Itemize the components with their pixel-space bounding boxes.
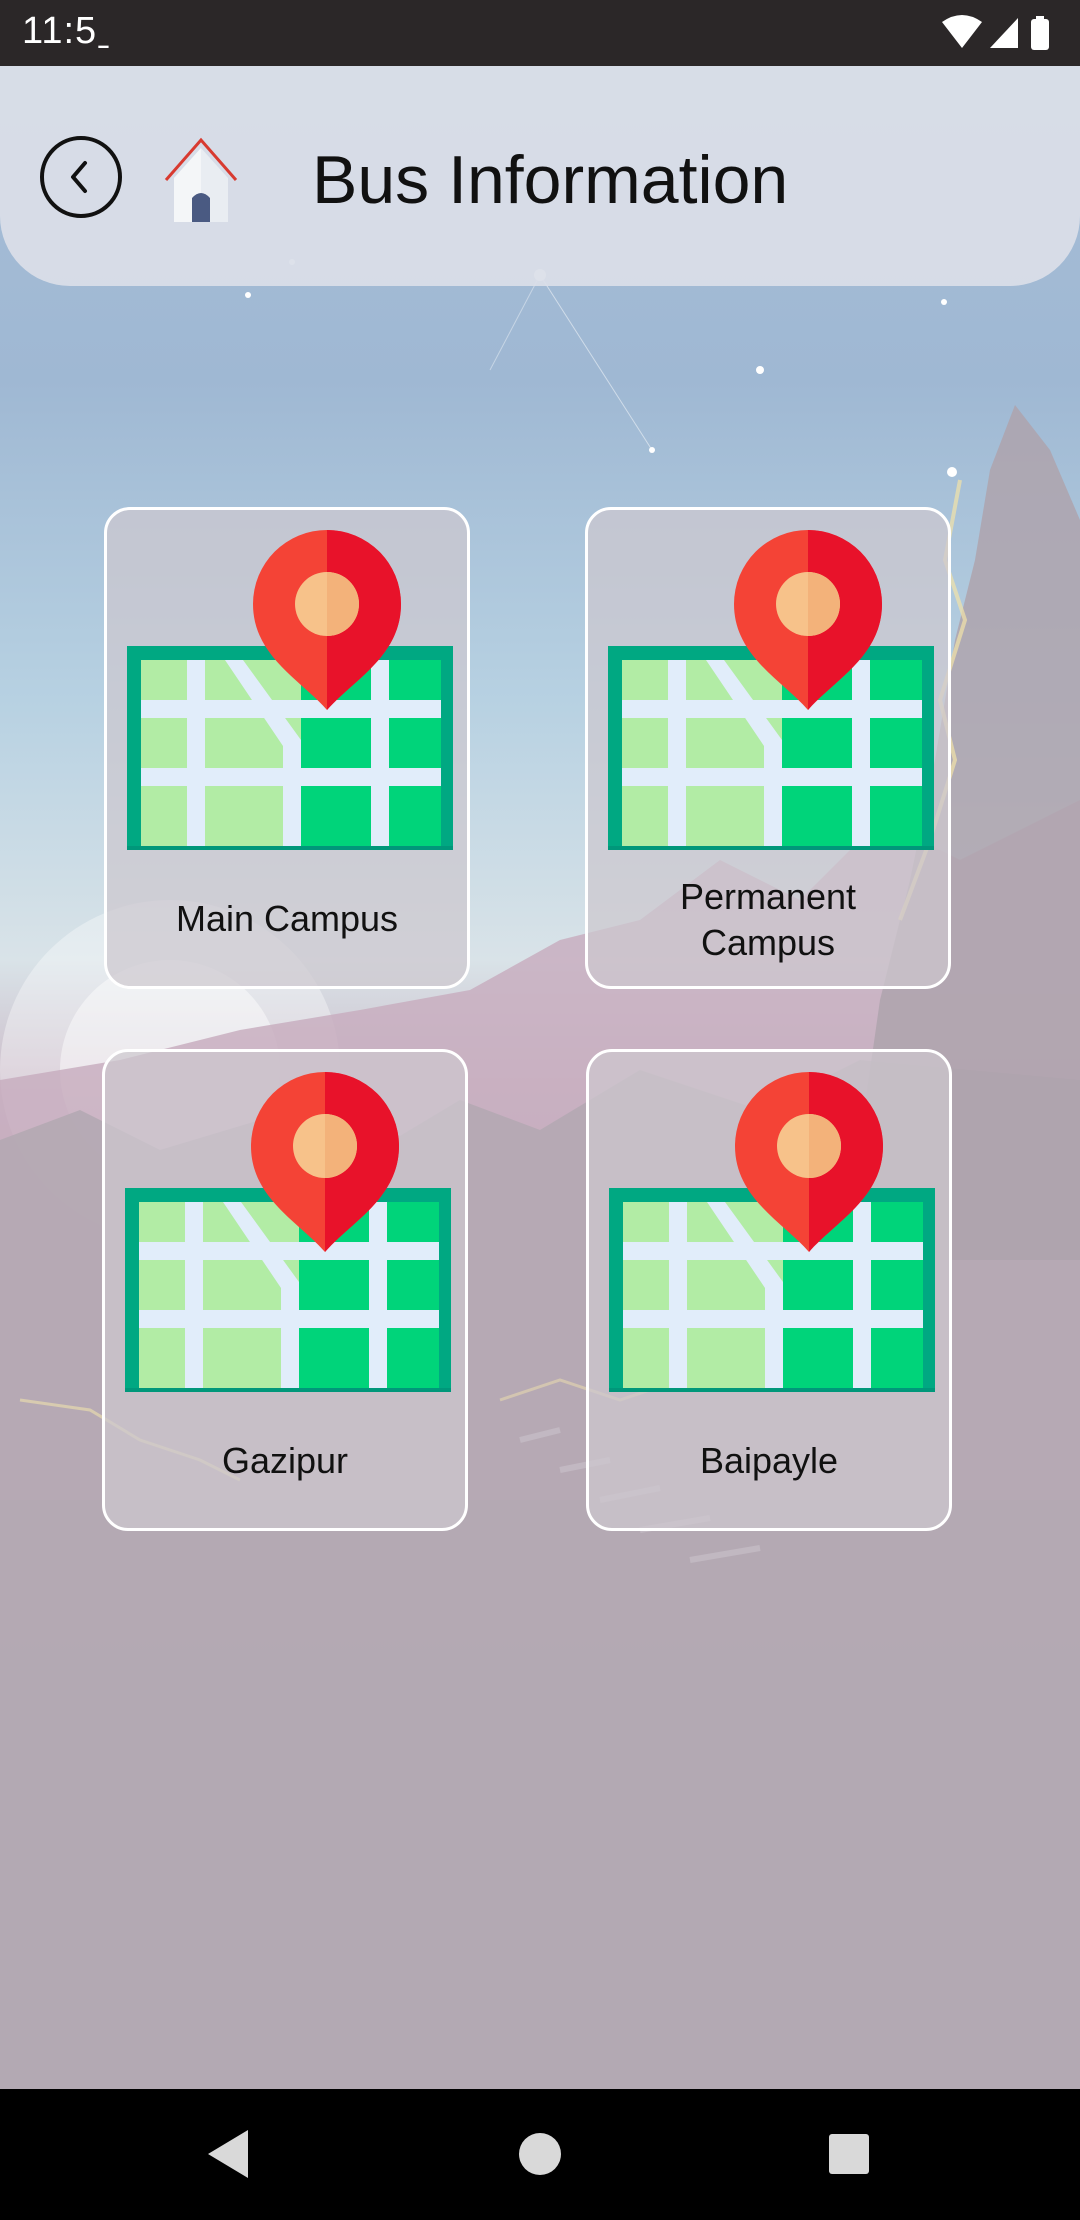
status-bar: 11:5ˍ — [0, 0, 1080, 66]
cellular-signal-icon — [990, 18, 1018, 48]
card-permanent-campus[interactable]: Permanent Campus — [585, 507, 951, 989]
card-label: Gazipur — [221, 1440, 349, 1481]
status-time: 11:5ˍ — [22, 10, 111, 52]
battery-icon — [1031, 16, 1049, 50]
card-label: Main Campus — [175, 898, 399, 939]
app-header: Bus Information — [0, 66, 1080, 286]
map-pin-icon — [125, 1072, 451, 1392]
status-icons — [940, 14, 1060, 52]
map-pin-icon — [608, 530, 934, 850]
card-baipayle[interactable]: Baipayle — [586, 1049, 952, 1531]
home-circle-icon — [519, 2133, 561, 2175]
nav-back-button[interactable] — [196, 2122, 260, 2186]
nav-home-button[interactable] — [508, 2122, 572, 2186]
back-arrow-circle-icon — [71, 161, 87, 193]
wifi-icon — [942, 15, 982, 48]
card-label: Permanent Campus — [679, 876, 857, 963]
card-gazipur[interactable]: Gazipur — [102, 1049, 468, 1531]
page-title: Bus Information — [312, 142, 789, 218]
recents-square-icon — [829, 2134, 869, 2174]
back-button[interactable] — [40, 136, 122, 218]
system-nav-bar — [0, 2089, 1080, 2220]
home-icon — [164, 137, 238, 222]
map-pin-icon — [609, 1072, 935, 1392]
nav-recents-button[interactable] — [817, 2122, 881, 2186]
card-main-campus[interactable]: Main Campus — [104, 507, 470, 989]
map-pin-icon — [127, 530, 453, 850]
back-triangle-icon — [208, 2130, 248, 2178]
card-label: Baipayle — [699, 1440, 839, 1481]
home-button[interactable] — [158, 136, 244, 222]
